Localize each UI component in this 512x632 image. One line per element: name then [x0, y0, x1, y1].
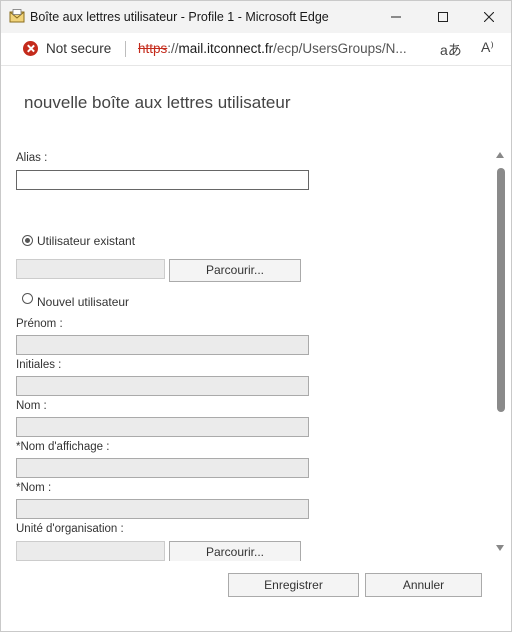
lastname-input — [16, 417, 309, 437]
page-title: nouvelle boîte aux lettres utilisateur — [24, 93, 291, 112]
window-title: Boîte aux lettres utilisateur - Profile … — [30, 10, 329, 24]
not-secure-icon[interactable] — [23, 41, 38, 56]
existing-user-radio[interactable] — [22, 235, 33, 246]
firstname-label: Prénom : — [16, 318, 63, 330]
existing-user-field — [16, 259, 165, 279]
divider — [125, 41, 126, 57]
mail-app-icon — [9, 9, 25, 23]
read-aloud-icon[interactable]: A⁾ — [481, 39, 494, 56]
url-protocol: https — [138, 41, 168, 56]
address-bar: Not secure https://mail.itconnect.fr/ecp… — [1, 33, 511, 66]
edge-window: Boîte aux lettres utilisateur - Profile … — [0, 0, 512, 632]
title-bar: Boîte aux lettres utilisateur - Profile … — [1, 1, 511, 33]
minimize-button[interactable] — [373, 1, 419, 33]
close-icon — [484, 12, 494, 22]
new-user-label[interactable]: Nouvel utilisateur — [37, 295, 129, 309]
scroll-down-icon[interactable] — [496, 545, 504, 551]
initials-input — [16, 376, 309, 396]
translate-icon[interactable]: aあ — [440, 40, 462, 60]
minimize-icon — [391, 16, 401, 18]
initials-label: Initiales : — [16, 359, 62, 371]
new-user-radio[interactable] — [22, 293, 33, 304]
displayname-input — [16, 458, 309, 478]
browse-user-button[interactable]: Parcourir... — [169, 259, 301, 282]
url-separator: :// — [167, 41, 179, 56]
maximize-button[interactable] — [420, 1, 466, 33]
ou-field — [16, 541, 165, 561]
scrollbar-thumb[interactable] — [497, 168, 505, 412]
maximize-icon — [438, 12, 448, 22]
url-host: mail.itconnect.fr — [178, 41, 274, 56]
alias-label: Alias : — [16, 152, 48, 164]
url-field[interactable]: https://mail.itconnect.fr/ecp/UsersGroup… — [138, 41, 423, 56]
url-path: /ecp/UsersGroups/N... — [273, 41, 407, 56]
close-button[interactable] — [466, 1, 511, 33]
security-label[interactable]: Not secure — [46, 41, 111, 56]
name-label: *Nom : — [16, 482, 52, 494]
ou-label: Unité d'organisation : — [16, 523, 124, 535]
lastname-label: Nom : — [16, 400, 47, 412]
alias-input[interactable] — [16, 170, 309, 190]
scroll-up-icon[interactable] — [496, 152, 504, 158]
displayname-label: *Nom d'affichage : — [16, 441, 110, 453]
firstname-input — [16, 335, 309, 355]
cancel-button[interactable]: Annuler — [365, 573, 482, 597]
name-input — [16, 499, 309, 519]
save-button[interactable]: Enregistrer — [228, 573, 359, 597]
existing-user-label[interactable]: Utilisateur existant — [37, 234, 135, 248]
